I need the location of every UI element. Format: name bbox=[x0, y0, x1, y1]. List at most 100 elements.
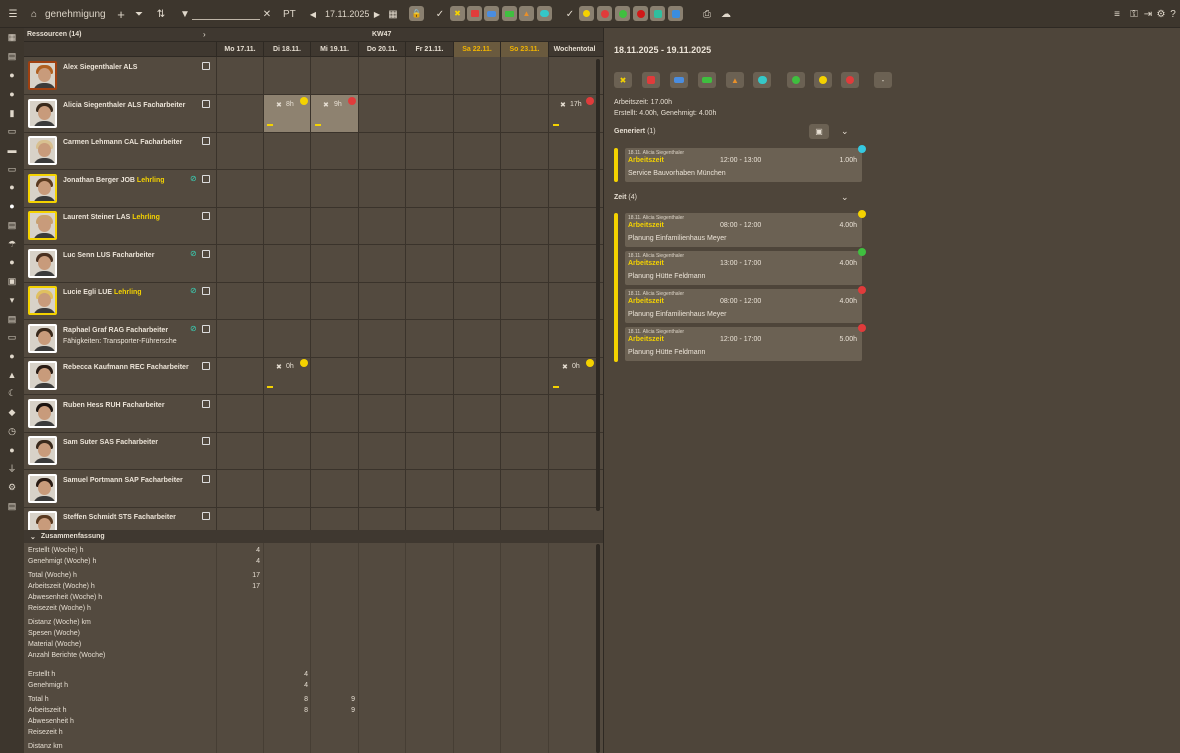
reject-button[interactable] bbox=[841, 72, 859, 88]
clear-icon[interactable]: ✕ bbox=[260, 7, 274, 21]
day-header-mo[interactable]: Mo 17.11. bbox=[216, 42, 263, 57]
day-cell[interactable] bbox=[216, 357, 263, 394]
day-cell[interactable] bbox=[453, 319, 500, 357]
day-cell[interactable] bbox=[216, 169, 263, 207]
settings-nav-icon[interactable]: ⚙ bbox=[6, 481, 18, 493]
summary-header[interactable]: ⌄ Zusammenfassung bbox=[24, 530, 603, 543]
day-cell[interactable] bbox=[263, 132, 310, 169]
day-cell[interactable] bbox=[405, 244, 453, 282]
day-cell[interactable] bbox=[500, 357, 548, 394]
help-icon[interactable]: ? bbox=[1166, 7, 1180, 21]
day-cell[interactable] bbox=[216, 319, 263, 357]
calendar-icon[interactable]: ▦ bbox=[386, 7, 400, 21]
attachment-icon[interactable]: ⊘ bbox=[190, 174, 197, 183]
edit-icon[interactable] bbox=[202, 99, 210, 108]
attachment-icon[interactable]: ⊘ bbox=[190, 249, 197, 258]
table-nav-icon[interactable]: ▤ bbox=[6, 500, 18, 512]
day-cell[interactable] bbox=[358, 244, 405, 282]
day-cell[interactable] bbox=[453, 207, 500, 244]
day-cell[interactable] bbox=[500, 319, 548, 357]
zeit-chevron-icon[interactable]: ⌄ bbox=[841, 192, 849, 203]
day-cell[interactable] bbox=[310, 282, 358, 319]
warehouse-nav-icon[interactable]: ▤ bbox=[6, 313, 18, 325]
print-icon[interactable]: ⎙ bbox=[700, 7, 714, 21]
resource-row[interactable]: Raphael Graf RAG Facharbeiter Fähigkeiten… bbox=[24, 319, 603, 358]
day-cell[interactable] bbox=[548, 394, 596, 432]
day-cell[interactable] bbox=[310, 244, 358, 282]
resource-row[interactable]: Alex Siegenthaler ALS bbox=[24, 57, 603, 95]
day-header-do[interactable]: Do 20.11. bbox=[358, 42, 405, 57]
edit-icon[interactable] bbox=[202, 474, 210, 483]
building-nav-icon[interactable]: ▤ bbox=[6, 219, 18, 231]
day-cell[interactable] bbox=[263, 282, 310, 319]
edit-icon[interactable] bbox=[202, 174, 210, 183]
menu-icon[interactable]: ☰ bbox=[6, 7, 20, 21]
day-cell[interactable] bbox=[216, 94, 263, 132]
day-cell[interactable] bbox=[216, 469, 263, 507]
car-filter-icon[interactable] bbox=[484, 6, 499, 21]
clock-nav-icon[interactable]: ◷ bbox=[6, 425, 18, 437]
monitor-nav-icon[interactable]: ▭ bbox=[6, 163, 18, 175]
resource-row[interactable]: Jonathan Berger JOB Lehrling ⊘ bbox=[24, 169, 603, 208]
day-cell[interactable] bbox=[358, 132, 405, 169]
day-cell[interactable] bbox=[548, 132, 596, 169]
warning-filter-icon[interactable]: ▲ bbox=[519, 6, 534, 21]
mode-toggle[interactable]: PT bbox=[283, 7, 296, 21]
day-cell[interactable] bbox=[263, 319, 310, 357]
day-cell[interactable] bbox=[263, 207, 310, 244]
day-cell[interactable] bbox=[310, 132, 358, 169]
day-cell[interactable] bbox=[405, 357, 453, 394]
machine-nav-icon[interactable]: ▣ bbox=[6, 275, 18, 287]
moon-nav-icon[interactable]: ☾ bbox=[6, 387, 18, 399]
cart-nav-icon[interactable]: ▾ bbox=[6, 294, 18, 306]
tools-type-button[interactable]: ✖ bbox=[614, 72, 632, 88]
day-cell[interactable] bbox=[310, 394, 358, 432]
prev-icon[interactable]: ◀ bbox=[306, 7, 320, 21]
day-cell[interactable] bbox=[310, 432, 358, 469]
edit-icon[interactable] bbox=[202, 512, 210, 520]
collapse-chevron-icon[interactable]: › bbox=[203, 30, 206, 39]
day-cell[interactable] bbox=[405, 207, 453, 244]
day-cell[interactable] bbox=[548, 244, 596, 282]
day-cell[interactable] bbox=[548, 169, 596, 207]
stop-status-icon[interactable] bbox=[633, 6, 648, 21]
day-header-fr[interactable]: Fr 21.11. bbox=[405, 42, 453, 57]
group-nav-icon[interactable]: ● bbox=[6, 444, 18, 456]
date-label[interactable]: 17.11.2025 bbox=[325, 7, 369, 21]
day-cell[interactable] bbox=[500, 432, 548, 469]
day-cell[interactable] bbox=[548, 282, 596, 319]
day-header-so[interactable]: So 23.11. bbox=[500, 42, 548, 57]
day-cell[interactable] bbox=[500, 394, 548, 432]
day-cell[interactable] bbox=[500, 94, 548, 132]
day-cell[interactable] bbox=[453, 132, 500, 169]
day-cell[interactable] bbox=[500, 244, 548, 282]
cloud-download-icon[interactable]: ☁ bbox=[719, 7, 733, 21]
edit-icon[interactable] bbox=[202, 62, 210, 70]
day-cell[interactable] bbox=[358, 282, 405, 319]
generiert-header[interactable]: Generiert (1) bbox=[614, 128, 656, 135]
day-cell[interactable] bbox=[548, 207, 596, 244]
day-header-di[interactable]: Di 18.11. bbox=[263, 42, 310, 57]
day-cell[interactable] bbox=[500, 469, 548, 507]
calendar-nav-icon[interactable]: ▦ bbox=[6, 31, 18, 43]
check-icon[interactable]: ✓ bbox=[433, 7, 447, 21]
day-cell[interactable] bbox=[216, 57, 263, 94]
day-cell[interactable] bbox=[453, 469, 500, 507]
blue-status-icon[interactable] bbox=[668, 6, 683, 21]
team-nav-icon[interactable]: ● bbox=[6, 69, 18, 81]
day-cell[interactable] bbox=[263, 469, 310, 507]
resource-row[interactable]: Lucie Egli LUE Lehrling ⊘ bbox=[24, 282, 603, 320]
day-cell[interactable] bbox=[358, 207, 405, 244]
rejected-status-icon[interactable] bbox=[597, 6, 612, 21]
lock-icon[interactable]: 🔒 bbox=[409, 6, 424, 21]
day-cell[interactable] bbox=[405, 282, 453, 319]
resource-row[interactable]: Samuel Portmann SAP Facharbeiter bbox=[24, 469, 603, 508]
time-entry-card[interactable]: 18.11. Alicia Siegenthaler Arbeitszeit 12:… bbox=[625, 145, 866, 182]
filter-icon[interactable]: ▼ bbox=[178, 7, 192, 21]
check-all-icon[interactable]: ✓ bbox=[563, 7, 577, 21]
day-cell[interactable] bbox=[310, 357, 358, 394]
attachment-icon[interactable]: ⊘ bbox=[190, 286, 197, 295]
day-cell[interactable] bbox=[405, 319, 453, 357]
grid-scrollbar[interactable] bbox=[596, 59, 600, 511]
resource-row[interactable]: Ruben Hess RUH Facharbeiter bbox=[24, 394, 603, 433]
